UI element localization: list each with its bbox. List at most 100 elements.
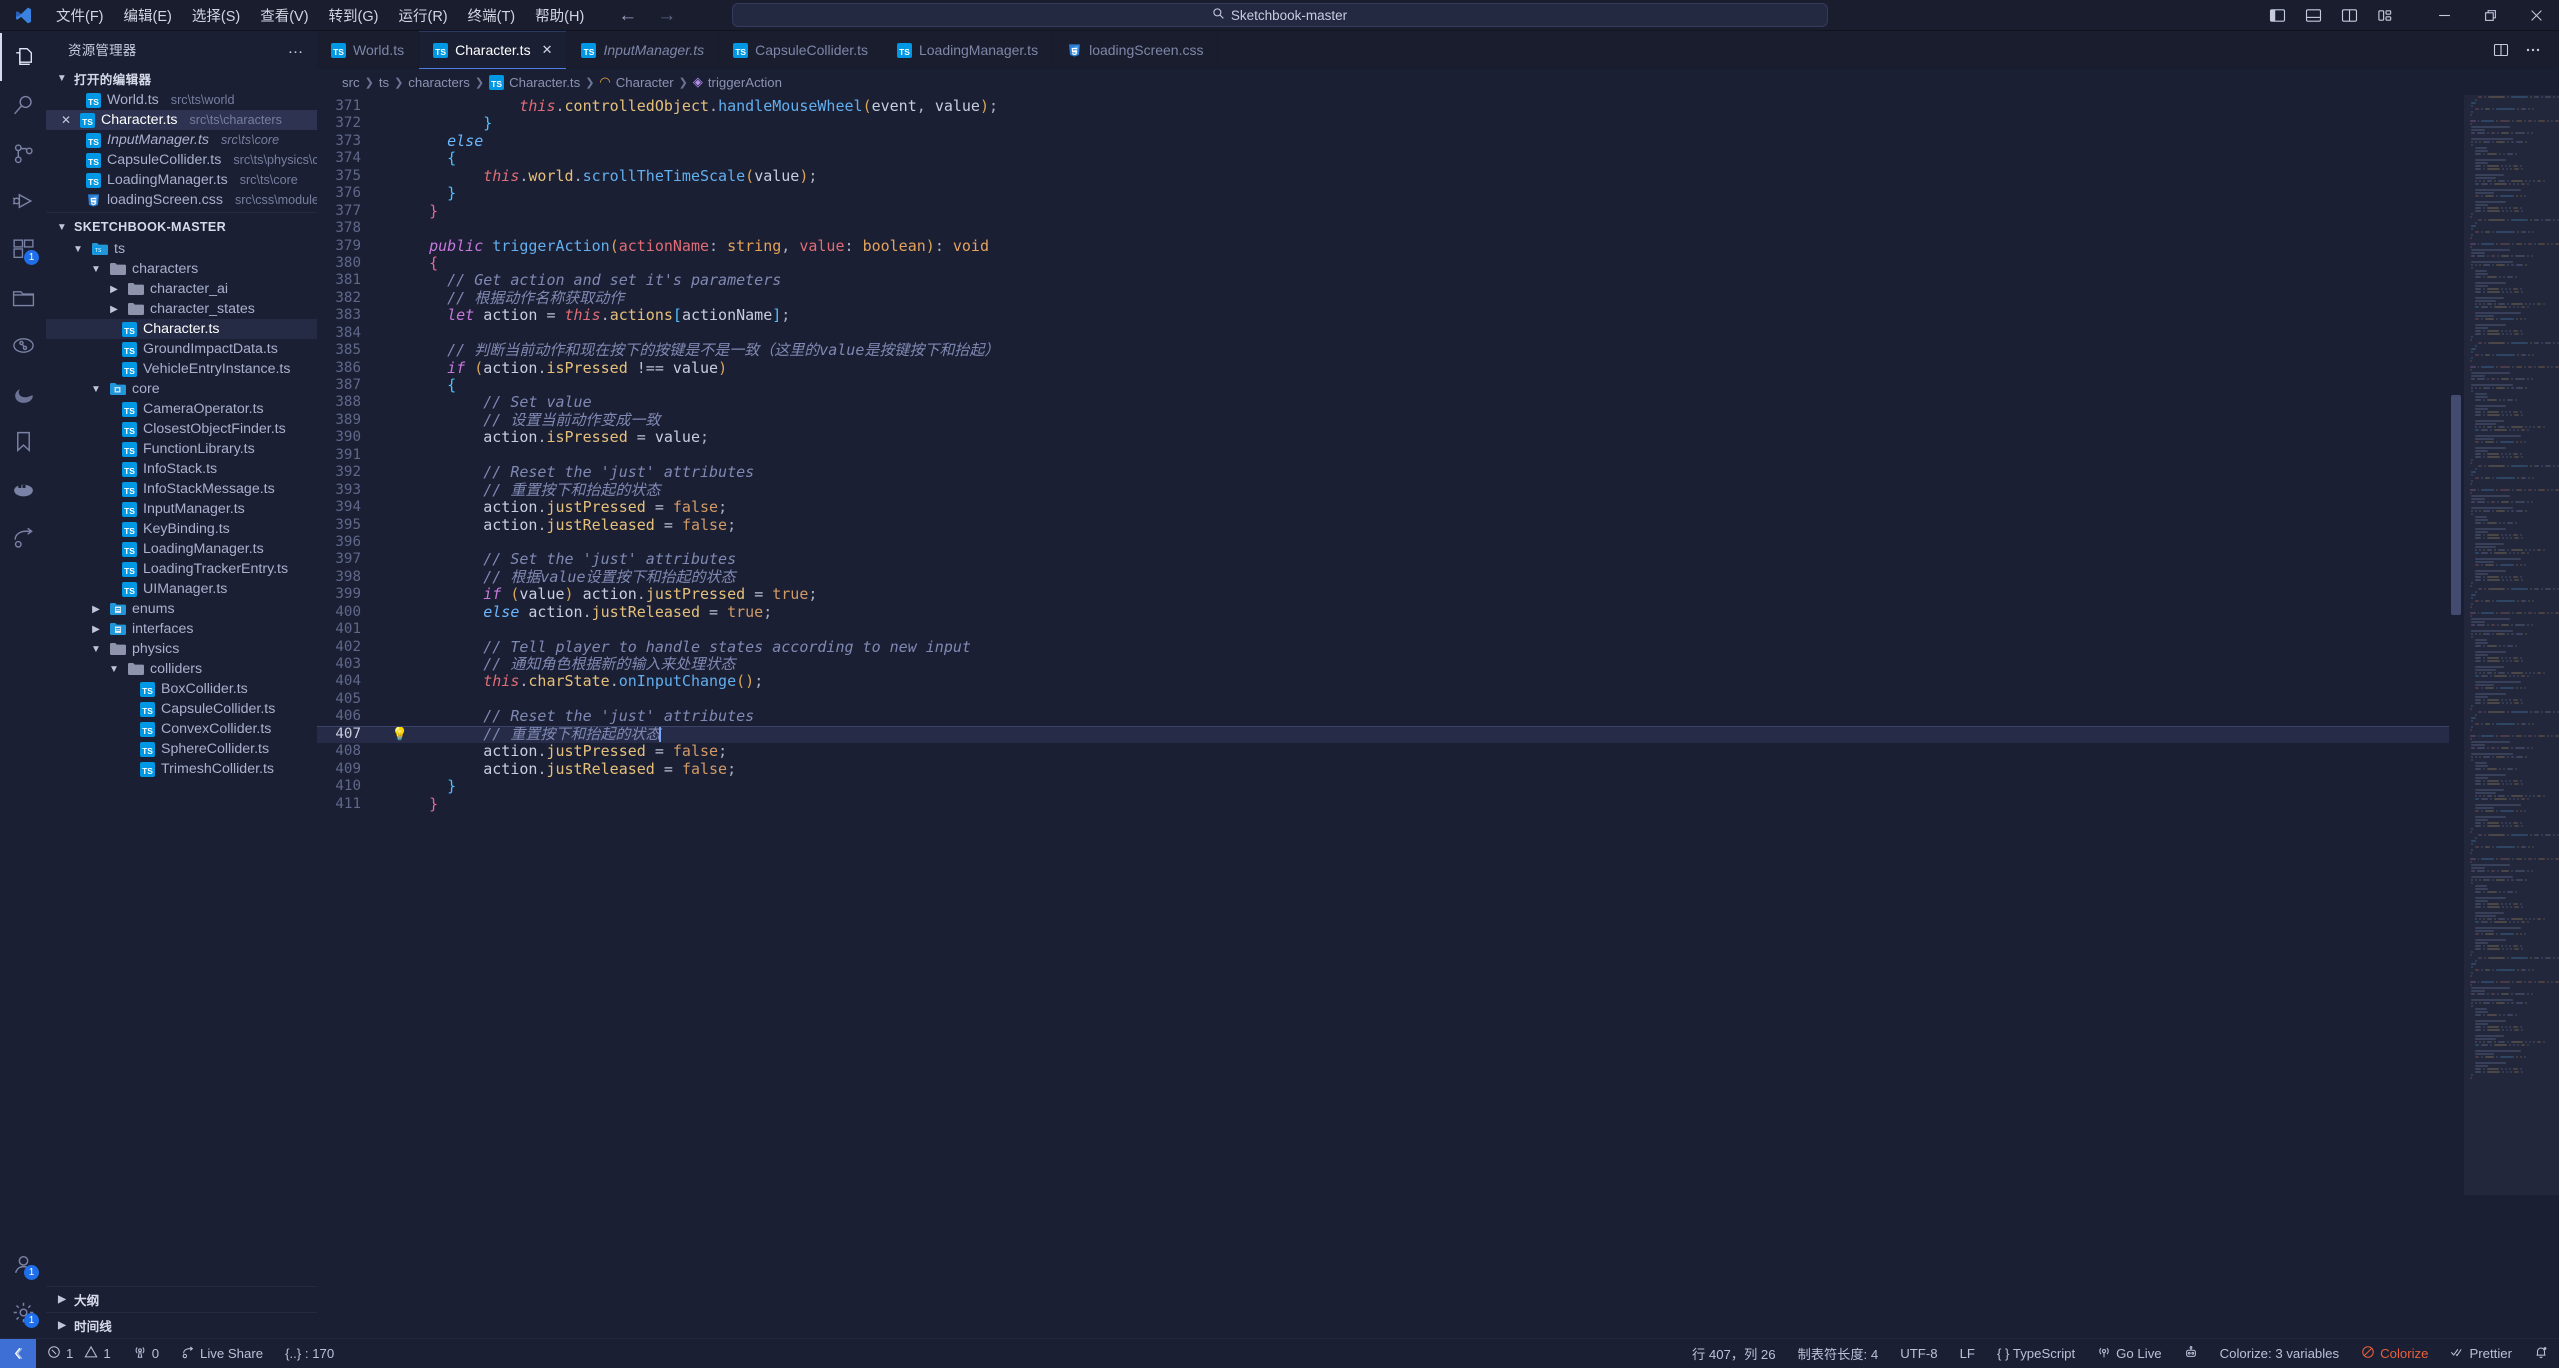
open-editor-item[interactable]: TS LoadingManager.ts src\ts\core [46,170,317,190]
window-close-button[interactable] [2513,0,2559,31]
tree-folder-colliders[interactable]: ▼ colliders [46,659,317,679]
open-editor-item[interactable]: loadingScreen.css src\css\modules [46,190,317,210]
tree-file-loadingtrackerentry[interactable]: TS LoadingTrackerEntry.ts [46,559,317,579]
activity-bookmarks[interactable] [0,417,46,465]
tree-file-functionlibrary[interactable]: TS FunctionLibrary.ts [46,439,317,459]
activity-docker[interactable] [0,465,46,513]
menu-selection[interactable]: 选择(S) [182,0,250,30]
menu-view[interactable]: 查看(V) [250,0,318,30]
arrow-left-icon[interactable]: ← [618,6,637,25]
tree-file-cameraoperator[interactable]: TS CameraOperator.ts [46,399,317,419]
tree-file-loadingmanager[interactable]: TS LoadingManager.ts [46,539,317,559]
status-cursor-position[interactable]: 行 407，列 26 [1681,1339,1787,1368]
editor-vertical-scrollbar[interactable] [2449,95,2463,1338]
activity-live-share[interactable] [0,513,46,561]
tree-file-capsulecollider[interactable]: TS CapsuleCollider.ts [46,699,317,719]
breadcrumb-character-ts[interactable]: TS Character.ts [489,74,580,90]
activity-extensions[interactable]: 1 [0,225,46,273]
tree-file-spherecollider[interactable]: TS SphereCollider.ts [46,739,317,759]
status-json-lines[interactable]: {..} : 170 [274,1339,345,1368]
tab-loadingmanager-ts[interactable]: TS LoadingManager.ts [882,31,1054,69]
activity-manage-settings[interactable]: 1 [0,1288,46,1336]
more-actions-icon[interactable] [2519,36,2547,64]
tab-world-ts[interactable]: TS World.ts [317,31,420,69]
menu-go[interactable]: 转到(G) [319,0,389,30]
tree-file-uimanager[interactable]: TS UIManager.ts [46,579,317,599]
window-restore-button[interactable] [2467,0,2513,31]
tree-file-vehicleentryinstance[interactable]: TS VehicleEntryInstance.ts [46,359,317,379]
toggle-secondary-sidebar-icon[interactable] [2331,0,2367,31]
tree-file-inputmanager[interactable]: TS InputManager.ts [46,499,317,519]
tree-file-infostackmessage[interactable]: TS InfoStackMessage.ts [46,479,317,499]
activity-remote-explorer[interactable] [0,273,46,321]
activity-test-explorer[interactable] [0,321,46,369]
breadcrumb-ts[interactable]: ts [379,75,389,90]
status-eol[interactable]: LF [1949,1339,1986,1368]
status-live-share[interactable]: Live Share [170,1339,274,1368]
tree-folder-character-ai[interactable]: ▶ character_ai [46,279,317,299]
open-editor-item[interactable]: TS CapsuleCollider.ts src\ts\physics\col… [46,150,317,170]
tree-file-convexcollider[interactable]: TS ConvexCollider.ts [46,719,317,739]
tab-inputmanager-ts[interactable]: TS InputManager.ts [567,31,720,69]
status-language-mode[interactable]: { } TypeScript [1986,1339,2086,1368]
open-editor-item[interactable]: TS World.ts src\ts\world [46,90,317,110]
breadcrumb-method-triggeraction[interactable]: ◈ triggerAction [693,74,782,90]
tree-file-keybinding[interactable]: TS KeyBinding.ts [46,519,317,539]
project-header[interactable]: ▼ SKETCHBOOK-MASTER [46,215,317,239]
status-go-live[interactable]: Go Live [2086,1339,2172,1368]
activity-edge-tools[interactable] [0,369,46,417]
tab-capsulecollider-ts[interactable]: TS CapsuleCollider.ts [719,31,883,69]
toggle-panel-icon[interactable] [2295,0,2331,31]
menu-terminal[interactable]: 终端(T) [458,0,526,30]
menu-file[interactable]: 文件(F) [46,0,114,30]
tab-character-ts[interactable]: TS Character.ts ✕ [419,31,568,69]
status-colorize-variables[interactable]: Colorize: 3 variables [2209,1339,2350,1368]
close-icon[interactable]: ✕ [58,113,74,127]
status-ports[interactable]: 0 [122,1339,170,1368]
tree-file-groundimpactdata[interactable]: TS GroundImpactData.ts [46,339,317,359]
activity-explorer[interactable] [0,33,46,81]
breadcrumb-class-character[interactable]: ◠ Character [599,74,673,90]
open-editor-item-active[interactable]: ✕ TS Character.ts src\ts\characters [46,110,317,130]
tree-file-boxcollider[interactable]: TS BoxCollider.ts [46,679,317,699]
status-encoding[interactable]: UTF-8 [1889,1339,1948,1368]
activity-source-control[interactable] [0,129,46,177]
window-minimize-button[interactable] [2421,0,2467,31]
tree-folder-character-states[interactable]: ▶ character_states [46,299,317,319]
lightbulb-icon[interactable]: 💡 [389,726,411,743]
open-editor-item[interactable]: TS InputManager.ts src\ts\core [46,130,317,150]
tree-folder-characters[interactable]: ▼ characters [46,259,317,279]
outline-section-header[interactable]: ▶ 大纲 [46,1286,317,1312]
status-code-buddy[interactable] [2173,1339,2209,1368]
tab-loadingscreen-css[interactable]: loadingScreen.css [1053,31,1219,69]
menu-run[interactable]: 运行(R) [388,0,457,30]
open-editors-header[interactable]: ▼ 打开的编辑器 [46,66,317,90]
remote-indicator-icon[interactable] [0,1338,36,1368]
tree-file-character-ts[interactable]: TS Character.ts [46,319,317,339]
toggle-primary-sidebar-icon[interactable] [2259,0,2295,31]
timeline-section-header[interactable]: ▶ 时间线 [46,1312,317,1338]
status-colorize-toggle[interactable]: Colorize [2350,1339,2439,1368]
tree-file-trimeshcollider[interactable]: TS TrimeshCollider.ts [46,759,317,779]
status-notifications[interactable] [2523,1339,2559,1368]
activity-search[interactable] [0,81,46,129]
scrollbar-thumb[interactable] [2451,395,2461,615]
tree-folder-core[interactable]: ▼ core [46,379,317,399]
tree-folder-physics[interactable]: ▼ physics [46,639,317,659]
arrow-right-icon[interactable]: → [657,6,676,25]
activity-run-and-debug[interactable] [0,177,46,225]
tree-folder-enums[interactable]: ▶ enums [46,599,317,619]
tree-file-infostack[interactable]: TS InfoStack.ts [46,459,317,479]
tree-file-closestobjectfinder[interactable]: TS ClosestObjectFinder.ts [46,419,317,439]
editor-minimap[interactable] [2463,95,2559,1338]
tab-close-icon[interactable]: ✕ [542,42,553,58]
menu-edit[interactable]: 编辑(E) [114,0,182,30]
status-problems[interactable]: 1 1 [36,1339,122,1368]
status-indentation[interactable]: 制表符长度: 4 [1787,1339,1890,1368]
breadcrumb-characters[interactable]: characters [408,75,470,90]
command-center-search[interactable]: Sketchbook-master [731,3,1828,27]
sidebar-more-actions-icon[interactable]: … [288,40,306,58]
customize-layout-icon[interactable] [2367,0,2403,31]
breadcrumb-src[interactable]: src [342,75,360,90]
tree-folder-interfaces[interactable]: ▶ interfaces [46,619,317,639]
